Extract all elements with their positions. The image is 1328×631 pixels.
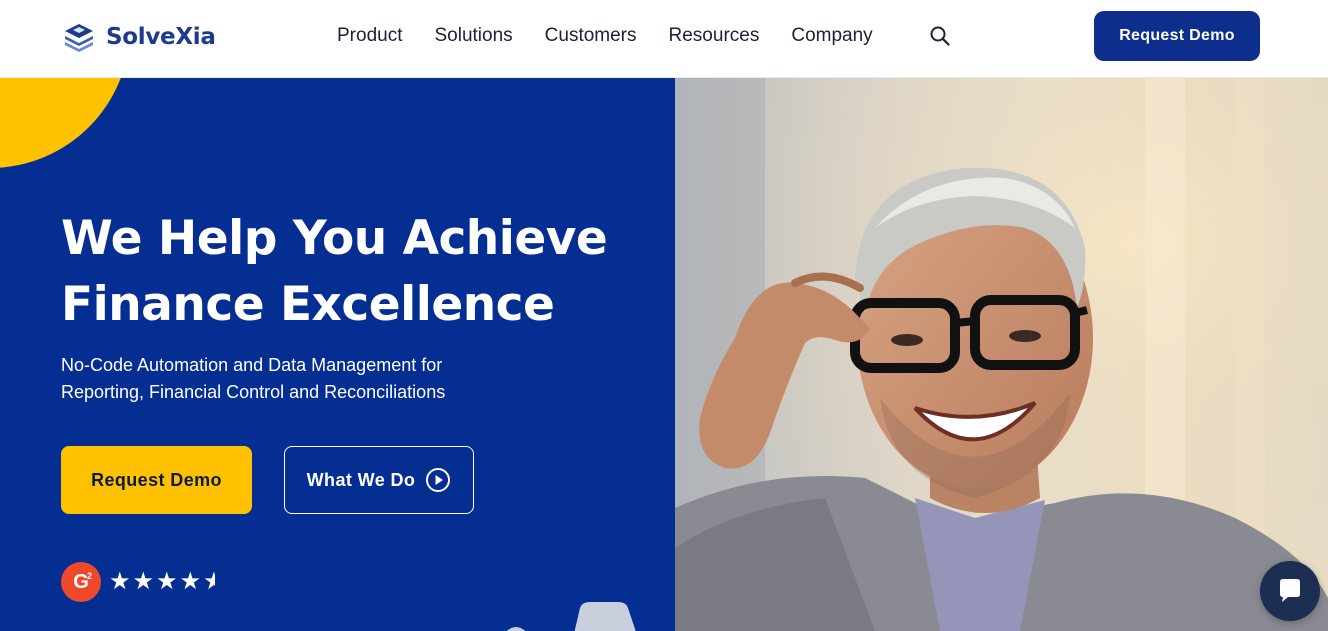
chat-widget-button[interactable] <box>1260 561 1320 621</box>
brand-name: SolveXia <box>106 24 216 50</box>
g2-badge-sup: 2 <box>86 571 92 581</box>
g2-rating[interactable]: G2 ★ ★ ★ ★ ★ <box>61 562 215 602</box>
hero-subtitle: No-Code Automation and Data Management f… <box>61 355 446 402</box>
hero-panel: We Help You Achieve Finance Excellence N… <box>0 78 675 631</box>
star-rating: ★ ★ ★ ★ ★ <box>109 570 215 594</box>
star-icon: ★ <box>179 568 202 595</box>
decorative-shapes <box>506 602 636 631</box>
header-request-demo-button[interactable]: Request Demo <box>1094 11 1260 61</box>
stacked-layers-logo-icon <box>65 24 93 52</box>
chat-bubble-icon <box>1280 579 1300 602</box>
search-icon[interactable] <box>929 25 951 47</box>
hero-title: We Help You Achieve Finance Excellence <box>61 206 661 338</box>
star-icon: ★ <box>132 568 155 595</box>
hero-request-demo-button[interactable]: Request Demo <box>61 446 252 514</box>
site-header: SolveXia Product Solutions Customers Res… <box>0 0 1328 78</box>
nav-item-resources[interactable]: Resources <box>669 23 760 49</box>
hero-title-line-2: Finance Excellence <box>61 277 555 332</box>
play-circle-icon <box>426 468 451 492</box>
what-we-do-label: What We Do <box>306 469 416 490</box>
main-nav: Product Solutions Customers Resources Co… <box>337 23 873 49</box>
nav-item-company[interactable]: Company <box>791 23 872 49</box>
nav-item-solutions[interactable]: Solutions <box>434 23 512 49</box>
g2-logo-icon: G2 <box>61 562 101 602</box>
smiling-man-with-glasses-illustration <box>675 78 1328 631</box>
half-star-icon: ★ <box>203 570 216 594</box>
nav-item-customers[interactable]: Customers <box>545 23 637 49</box>
what-we-do-button[interactable]: What We Do <box>284 446 474 514</box>
star-icon: ★ <box>109 568 131 595</box>
hero-photo <box>675 78 1328 631</box>
nav-item-product[interactable]: Product <box>337 23 402 49</box>
star-icon: ★ <box>156 568 178 595</box>
decorative-yellow-circle <box>0 78 130 168</box>
brand-logo[interactable]: SolveXia <box>62 20 216 54</box>
hero-title-line-1: We Help You Achieve <box>61 211 608 266</box>
